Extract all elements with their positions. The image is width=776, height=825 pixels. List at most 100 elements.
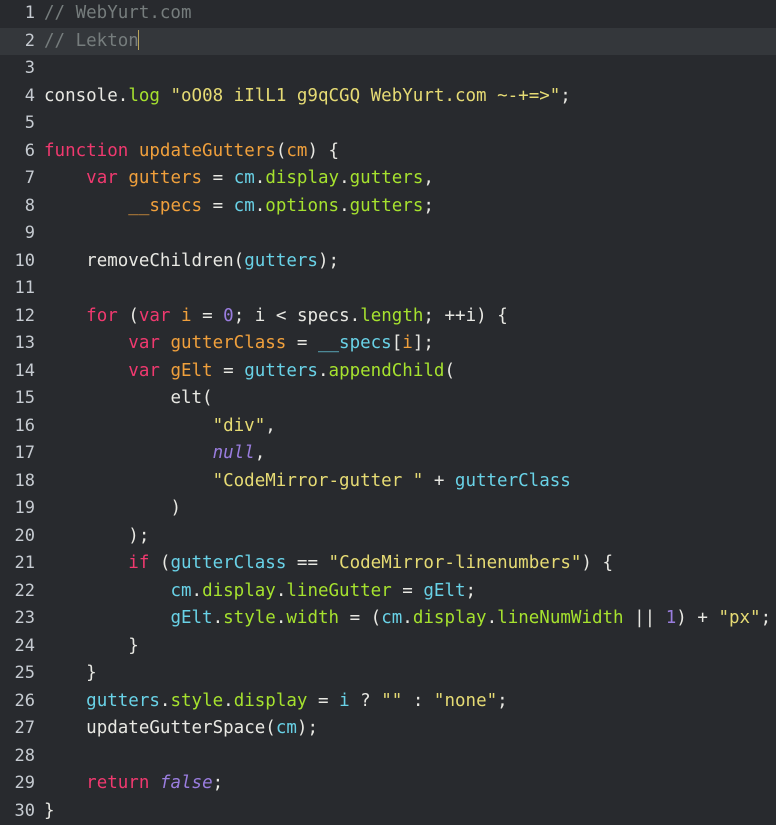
token-op: = <box>202 168 234 188</box>
line-content[interactable]: } <box>40 660 776 688</box>
line-content[interactable]: removeChildren(gutters); <box>40 248 776 276</box>
token-prop: appendChild <box>328 360 445 381</box>
token-string: "" <box>381 690 403 711</box>
code-line[interactable]: 6 function updateGutters(cm) { <box>0 138 776 166</box>
token-plain: . <box>402 608 413 628</box>
code-line[interactable]: 8 __specs = cm.options.gutters; <box>0 193 776 221</box>
token-plain: updateGutterSpace <box>86 718 266 738</box>
token-var: cm <box>233 168 255 188</box>
token-def: i <box>402 333 413 353</box>
text-cursor <box>137 29 139 50</box>
code-line[interactable]: 2 // Lekton <box>0 27 776 56</box>
line-content[interactable]: // WebYurt.com <box>40 0 776 28</box>
code-line[interactable]: 19 ) <box>0 495 776 523</box>
code-line[interactable]: 14 var gElt = gutters.appendChild( <box>0 358 776 386</box>
code-line[interactable]: 9 <box>0 220 776 248</box>
code-line[interactable]: 25 } <box>0 660 776 688</box>
code-line[interactable]: 27 updateGutterSpace(cm); <box>0 715 776 743</box>
token-op: + <box>686 608 719 628</box>
token-plain: . <box>212 608 224 628</box>
code-line[interactable]: 10 removeChildren(gutters); <box>0 248 776 276</box>
code-line[interactable]: 3 <box>0 55 776 83</box>
token-plain: ; <box>212 773 224 793</box>
token-plain: . <box>486 608 498 628</box>
code-line[interactable]: 5 <box>0 110 776 138</box>
token-keyword: var <box>128 333 160 353</box>
code-line[interactable]: 12 for (var i = 0; i < specs.length; ++i… <box>0 303 776 331</box>
code-line[interactable]: 21 if (gutterClass == "CodeMirror-linenu… <box>0 550 776 578</box>
token-plain: ; <box>465 580 477 601</box>
line-content[interactable]: return false; <box>40 770 776 798</box>
token-number: 1 <box>665 608 677 628</box>
line-content[interactable]: console.log "oO08 iIlL1 g9qCGQ WebYurt.c… <box>40 83 776 111</box>
line-content[interactable]: "div", <box>40 413 776 441</box>
code-line[interactable]: 13 var gutterClass = __specs[i]; <box>0 330 776 358</box>
code-line[interactable]: 29 return false; <box>0 770 776 798</box>
line-content[interactable]: __specs = cm.options.gutters; <box>40 193 776 221</box>
code-line[interactable]: 26 gutters.style.display = i ? "" : "non… <box>0 688 776 716</box>
code-line[interactable]: 24 } <box>0 633 776 661</box>
line-number: 25 <box>14 663 35 683</box>
token-bracket: ( <box>233 250 245 271</box>
token-op: = <box>391 580 424 601</box>
token-var: cm <box>381 608 403 628</box>
token-def: updateGutters <box>138 140 276 161</box>
token-keyword: function <box>44 140 129 161</box>
code-line[interactable]: 18 "CodeMirror-gutter " + gutterClass <box>0 468 776 496</box>
code-line[interactable]: 22 cm.display.lineGutter = gElt; <box>0 578 776 606</box>
line-content[interactable]: gElt.style.width = (cm.display.lineNumWi… <box>40 605 776 633</box>
line-content[interactable]: function updateGutters(cm) { <box>40 138 776 166</box>
line-content[interactable]: for (var i = 0; i < specs.length; ++i) { <box>40 303 776 331</box>
token-string: "CodeMirror-linenumbers" <box>328 553 582 573</box>
code-line[interactable]: 20 ); <box>0 523 776 551</box>
line-content[interactable]: var gElt = gutters.appendChild( <box>40 358 776 386</box>
line-number: 11 <box>14 278 35 298</box>
token-keyword: var <box>128 360 160 381</box>
line-number: 19 <box>14 498 35 518</box>
token-prop: lineGutter <box>286 580 392 601</box>
token-plain: elt <box>170 388 203 408</box>
line-content[interactable]: cm.display.lineGutter = gElt; <box>40 578 776 606</box>
code-line[interactable]: 11 <box>0 275 776 303</box>
code-line[interactable]: 1 // WebYurt.com <box>0 0 776 28</box>
code-line[interactable]: 23 gElt.style.width = (cm.display.lineNu… <box>0 605 776 633</box>
line-content[interactable]: gutters.style.display = i ? "" : "none"; <box>40 688 776 716</box>
code-line[interactable]: 7 var gutters = cm.display.gutters, <box>0 165 776 193</box>
line-content[interactable]: var gutters = cm.display.gutters, <box>40 165 776 193</box>
line-content[interactable]: ); <box>40 523 776 551</box>
token-plain: { <box>486 305 508 326</box>
line-content[interactable]: updateGutterSpace(cm); <box>40 715 776 743</box>
code-editor[interactable]: 1// WebYurt.com 2// Lekton 3 4 console.log "… <box>0 0 776 825</box>
code-line[interactable]: 17 null, <box>0 440 776 468</box>
token-atom: false <box>159 773 213 793</box>
line-content[interactable]: "CodeMirror-gutter " + gutterClass <box>40 468 776 496</box>
code-line[interactable]: 16 "div", <box>0 413 776 441</box>
line-content[interactable]: ) <box>40 495 776 523</box>
code-line[interactable]: 15 elt( <box>0 385 776 413</box>
code-line[interactable]: 4 console.log "oO08 iIlL1 g9qCGQ WebYurt.… <box>0 83 776 111</box>
line-content[interactable]: } <box>40 798 776 825</box>
token-plain: , <box>265 415 276 436</box>
token-prop: style <box>170 690 224 711</box>
token-keyword: var <box>138 305 171 326</box>
line-content[interactable]: elt( <box>40 385 776 413</box>
code-line[interactable]: 30} <box>0 798 776 825</box>
line-content[interactable]: if (gutterClass == "CodeMirror-linenumbe… <box>40 550 776 578</box>
line-content[interactable]: null, <box>40 440 776 468</box>
line-content[interactable]: var gutterClass = __specs[i]; <box>40 330 776 358</box>
code-line[interactable]: 28 <box>0 743 776 771</box>
token-bracket: ( <box>159 553 171 573</box>
line-content[interactable]: // Lekton <box>40 28 776 56</box>
line-number: 18 <box>14 470 35 491</box>
line-content[interactable]: } <box>40 633 776 661</box>
token-bracket: ) <box>296 718 308 738</box>
token-plain: . <box>339 168 350 188</box>
token-bracket: ( <box>444 360 455 381</box>
token-keyword: for <box>86 305 118 326</box>
